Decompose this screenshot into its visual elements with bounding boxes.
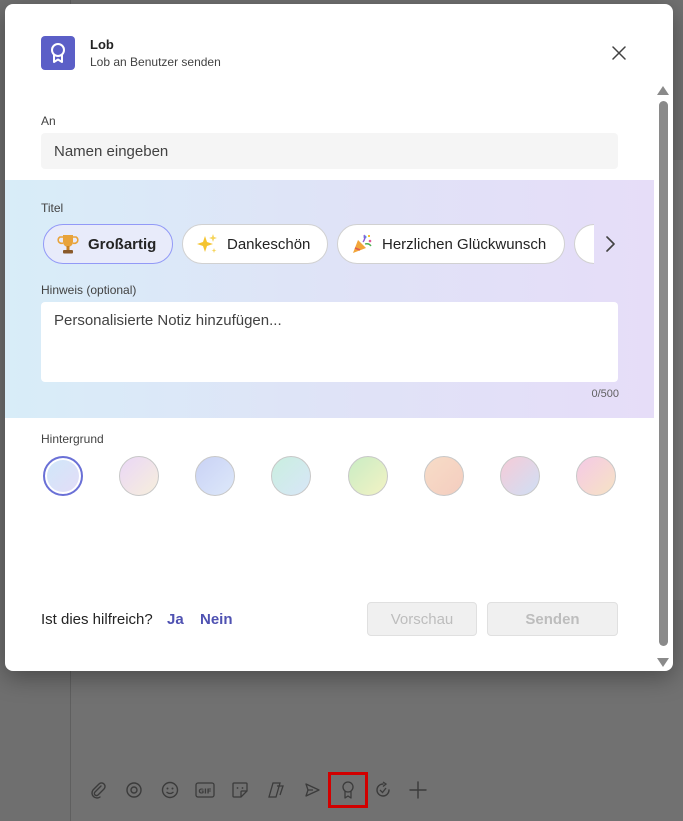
scroll-up-arrow-icon[interactable]: [657, 86, 669, 95]
scroll-thumb[interactable]: [659, 101, 668, 646]
send-button[interactable]: Senden: [487, 602, 618, 636]
send-schedule-icon[interactable]: [298, 776, 326, 804]
to-label: An: [41, 114, 56, 128]
close-button[interactable]: [607, 41, 631, 65]
background-swatch-4[interactable]: [271, 456, 311, 496]
background-swatch-1[interactable]: [43, 456, 83, 496]
chips-next-button[interactable]: [599, 232, 621, 256]
gif-icon[interactable]: GIF: [191, 776, 219, 804]
badge-icon: [41, 36, 75, 70]
note-label: Hinweis (optional): [41, 283, 137, 297]
compose-toolbar: GIF: [84, 772, 444, 808]
emoji-icon[interactable]: [156, 776, 184, 804]
dialog-subtitle: Lob an Benutzer senden: [90, 55, 221, 69]
trophy-icon: [56, 232, 80, 256]
svg-text:GIF: GIF: [198, 788, 211, 796]
chip-label: Dankeschön: [227, 235, 311, 253]
background-swatch-2[interactable]: [119, 456, 159, 496]
feedback-yes-link[interactable]: Ja: [167, 611, 184, 628]
title-label: Titel: [41, 201, 64, 215]
recipient-input[interactable]: Namen eingeben: [41, 133, 618, 169]
background-edge: [673, 160, 683, 600]
party-popper-icon: [350, 232, 374, 256]
feedback-question: Ist dies hilfreich?: [41, 611, 153, 628]
note-textarea[interactable]: Personalisierte Notiz hinzufügen...: [41, 302, 618, 382]
chip-grossartig[interactable]: Großartig: [43, 224, 173, 264]
recipient-placeholder: Namen eingeben: [54, 142, 169, 160]
background-swatch-5[interactable]: [348, 456, 388, 496]
background-swatch-3[interactable]: [195, 456, 235, 496]
sparkles-icon: [195, 232, 219, 256]
chip-herzlichen-glueckwunsch[interactable]: Herzlichen Glückwunsch: [337, 224, 565, 264]
scroll-down-arrow-icon[interactable]: [657, 658, 669, 667]
praise-icon-highlight: [328, 772, 368, 808]
loop-icon[interactable]: [120, 776, 148, 804]
background-swatch-7[interactable]: [500, 456, 540, 496]
chevron-right-icon: [606, 236, 615, 252]
loop-components-icon[interactable]: [262, 776, 290, 804]
preview-button[interactable]: Vorschau: [367, 602, 477, 636]
dialog-title: Lob: [90, 37, 114, 52]
chip-label: Herzlichen Glückwunsch: [382, 235, 547, 253]
close-icon: [612, 46, 626, 60]
praise-dialog: Lob Lob an Benutzer senden An Namen eing…: [5, 4, 673, 671]
chip-dankeschoen[interactable]: Dankeschön: [182, 224, 328, 264]
attach-icon[interactable]: [84, 776, 112, 804]
add-icon[interactable]: [404, 776, 432, 804]
background-label: Hintergrund: [41, 432, 104, 446]
background-swatch-8[interactable]: [576, 456, 616, 496]
note-placeholder: Personalisierte Notiz hinzufügen...: [54, 312, 282, 329]
feedback-no-link[interactable]: Nein: [200, 611, 233, 628]
dialog-scrollbar[interactable]: [656, 84, 670, 670]
title-note-section: [5, 180, 654, 418]
sticker-icon[interactable]: [226, 776, 254, 804]
background-swatch-6[interactable]: [424, 456, 464, 496]
chip-label: Großartig: [88, 235, 157, 253]
character-counter: 0/500: [591, 388, 619, 400]
updates-icon[interactable]: [369, 776, 397, 804]
